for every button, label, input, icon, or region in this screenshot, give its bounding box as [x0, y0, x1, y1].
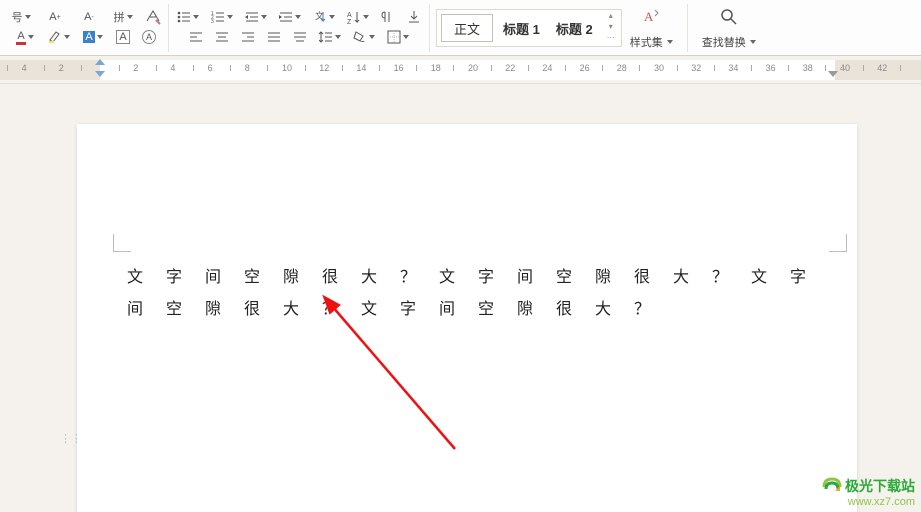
find-replace-button[interactable]: 查找替换: [694, 5, 764, 52]
shrink-font-icon[interactable]: A-: [76, 8, 102, 26]
align-left-icon[interactable]: [187, 28, 205, 46]
ruler-number: 24: [542, 63, 552, 73]
borders-icon[interactable]: [385, 28, 411, 46]
ruler-number: 34: [728, 63, 738, 73]
font-size-label[interactable]: 号: [8, 8, 34, 26]
style-gallery-scroll[interactable]: ▴ ▾ ⋯: [603, 12, 619, 44]
style-body-text[interactable]: 正文: [441, 14, 493, 42]
ruler-number: 4: [170, 63, 175, 73]
chevron-down-icon[interactable]: ▾: [603, 23, 619, 33]
increase-indent-icon[interactable]: [277, 8, 303, 26]
ruler-number: 32: [691, 63, 701, 73]
margin-corner-top-left: [113, 234, 131, 252]
ruler-number: 40: [840, 63, 850, 73]
style-set-button[interactable]: A 样式集: [622, 5, 681, 52]
ruler-number: 36: [766, 63, 776, 73]
document-area: 文字间空隙很大？文字间空隙很大？文字间空隙很大？文字间空隙很大？ ⋮⋮: [0, 84, 921, 512]
sort-icon[interactable]: AZ: [345, 8, 371, 26]
line-spacing-icon[interactable]: [317, 28, 343, 46]
decrease-indent-icon[interactable]: [243, 8, 269, 26]
svg-text:3: 3: [211, 19, 214, 24]
ruler-number: 20: [468, 63, 478, 73]
ruler-number: 10: [282, 63, 292, 73]
clear-format-icon[interactable]: [144, 8, 162, 26]
ruler-number: 6: [208, 63, 213, 73]
font-group: 号 A+ A- 拼 A A A A: [2, 4, 169, 52]
ruler-number: 22: [505, 63, 515, 73]
para-shading-icon[interactable]: [351, 28, 377, 46]
ruler-number: 8: [245, 63, 250, 73]
svg-text:A: A: [347, 12, 352, 19]
char-border-icon[interactable]: A: [114, 28, 132, 46]
numbering-icon[interactable]: 123: [209, 8, 235, 26]
right-indent-marker[interactable]: [828, 57, 838, 67]
watermark-title: 极光下载站: [845, 476, 915, 496]
style-set-icon: A: [641, 7, 661, 32]
ruler-number: 16: [394, 63, 404, 73]
watermark-logo-icon: [821, 476, 841, 496]
ruler-number: 28: [617, 63, 627, 73]
shading-icon[interactable]: A: [80, 28, 106, 46]
margin-corner-top-right: [829, 234, 847, 252]
align-distribute-icon[interactable]: [291, 28, 309, 46]
ruler-number: 12: [319, 63, 329, 73]
ruler-number: 42: [877, 63, 887, 73]
ruler-number: 14: [356, 63, 366, 73]
document-page[interactable]: 文字间空隙很大？文字间空隙很大？文字间空隙很大？文字间空隙很大？: [77, 124, 857, 512]
text-direction-icon[interactable]: 文: [311, 8, 337, 26]
ruler-number: 30: [654, 63, 664, 73]
horizontal-ruler[interactable]: 4224681012141618202224262830323436384042: [0, 56, 921, 84]
paragraph-handle-icon[interactable]: ⋮⋮: [60, 432, 82, 445]
style-heading-2[interactable]: 标题 2: [548, 14, 601, 42]
ruler-number: 38: [803, 63, 813, 73]
ruler-number: 2: [133, 63, 138, 73]
hanging-indent-marker[interactable]: [95, 57, 105, 67]
svg-text:A: A: [644, 9, 654, 24]
show-marks-icon[interactable]: [379, 8, 397, 26]
ruler-number: 26: [580, 63, 590, 73]
ribbon-toolbar: 号 A+ A- 拼 A A A A 123: [0, 0, 921, 56]
bullets-icon[interactable]: [175, 8, 201, 26]
ruler-number: 4: [22, 63, 27, 73]
search-icon: [719, 7, 739, 32]
circled-char-icon[interactable]: A: [140, 28, 158, 46]
style-heading-1[interactable]: 标题 1: [495, 14, 548, 42]
highlight-icon[interactable]: [46, 28, 72, 46]
editing-group: 查找替换: [688, 4, 770, 52]
svg-text:Z: Z: [347, 19, 352, 24]
paragraph-group: 123 文 AZ: [169, 4, 430, 52]
document-body-text[interactable]: 文字间空隙很大？文字间空隙很大？文字间空隙很大？文字间空隙很大？: [127, 262, 829, 326]
align-right-icon[interactable]: [239, 28, 257, 46]
grow-font-icon[interactable]: A+: [42, 8, 68, 26]
expand-gallery-icon[interactable]: ⋯: [603, 34, 619, 44]
styles-group: 正文 标题 1 标题 2 ▴ ▾ ⋯ A 样式集: [430, 4, 688, 52]
phonetic-guide-icon[interactable]: 拼: [110, 8, 136, 26]
align-center-icon[interactable]: [213, 28, 231, 46]
ruler-number: 2: [59, 63, 64, 73]
ruler-number: 18: [431, 63, 441, 73]
reveal-formatting-icon[interactable]: [405, 8, 423, 26]
font-color-icon[interactable]: A: [12, 28, 38, 46]
style-gallery: 正文 标题 1 标题 2 ▴ ▾ ⋯: [436, 9, 622, 47]
chevron-up-icon[interactable]: ▴: [603, 12, 619, 22]
watermark: 极光下载站 www.xz7.com: [821, 476, 915, 508]
align-justify-icon[interactable]: [265, 28, 283, 46]
